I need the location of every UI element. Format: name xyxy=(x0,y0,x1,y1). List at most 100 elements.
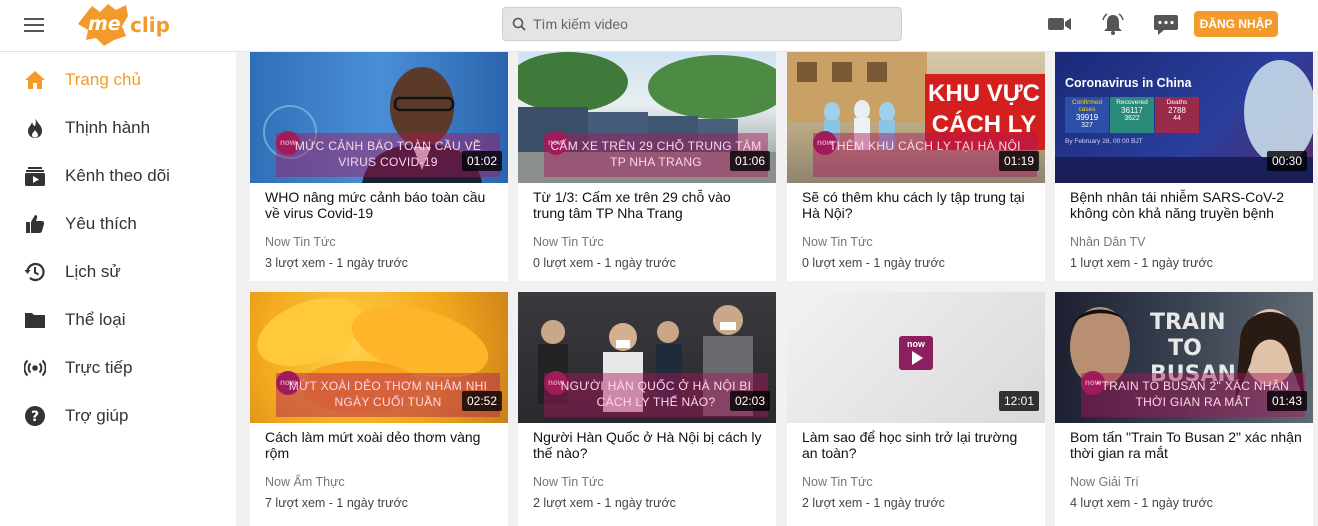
video-meta: 0 lượt xem - 1 ngày trước xyxy=(533,256,676,270)
stat-delta: 327 xyxy=(1081,122,1093,129)
notification-bell-icon[interactable] xyxy=(1100,12,1126,36)
stats-panel: Confirmed cases 39919 327 Recovered 3611… xyxy=(1065,97,1200,133)
stat-value: 36117 xyxy=(1121,106,1143,115)
folder-icon xyxy=(25,313,45,328)
login-button[interactable]: ĐĂNG NHẬP xyxy=(1194,11,1278,37)
video-card[interactable]: KHU VỰC CÁCH LY now THÊM KHU CÁCH LY TẠI… xyxy=(787,52,1045,281)
channel-name[interactable]: Now Tin Tức xyxy=(265,235,336,249)
video-title[interactable]: Làm sao để học sinh trở lại trường an to… xyxy=(802,429,1034,461)
sidebar-item-categories[interactable]: Thể loại xyxy=(0,298,236,342)
video-title[interactable]: Sẽ có thêm khu cách ly tập trung tại Hà … xyxy=(802,189,1034,221)
svg-text:me: me xyxy=(88,13,121,35)
video-card[interactable]: now CẤM XE TRÊN 29 CHỖ TRUNG TÂM TP NHA … xyxy=(518,52,776,281)
video-card[interactable]: now MỨC CẢNH BÁO TOÀN CẦU VỀ VIRUS COVID… xyxy=(250,52,508,281)
channel-name[interactable]: Nhân Dân TV xyxy=(1070,235,1146,249)
now-play-logo-icon: now xyxy=(899,336,933,370)
sidebar-item-label: Lịch sử xyxy=(65,262,121,281)
upload-video-icon[interactable] xyxy=(1047,12,1073,36)
subscriptions-icon xyxy=(25,167,45,186)
video-meta: 2 lượt xem - 1 ngày trước xyxy=(802,496,945,510)
video-card[interactable]: now MỨT XOÀI DẺO THƠM NHÂM NHI NGÀY CUỐI… xyxy=(250,292,508,526)
sidebar-item-label: Yêu thích xyxy=(65,214,137,233)
sidebar-item-label: Trực tiếp xyxy=(65,358,133,377)
stat-value: 39919 xyxy=(1075,113,1099,122)
sidebar-item-label: Kênh theo dõi xyxy=(65,166,170,185)
video-card[interactable]: TRAIN TO BUSAN now "TRAIN TO BUSAN 2" XÁ… xyxy=(1055,292,1313,526)
sidebar-item-home[interactable]: Trang chủ xyxy=(0,58,236,102)
video-duration: 01:19 xyxy=(998,151,1039,171)
stat-delta: 3622 xyxy=(1124,115,1140,122)
stat-value: 2788 xyxy=(1168,106,1186,115)
video-meta: 2 lượt xem - 1 ngày trước xyxy=(533,496,676,510)
video-duration: 00:30 xyxy=(1266,151,1307,171)
stat-label: Confirmed cases xyxy=(1072,99,1102,113)
search-box[interactable] xyxy=(502,7,902,41)
video-card[interactable]: now 12:01 Làm sao để học sinh trở lại tr… xyxy=(787,292,1045,526)
channel-name[interactable]: Now Giải Trí xyxy=(1070,475,1139,489)
sidebar-item-live[interactable]: Trực tiếp xyxy=(0,346,236,390)
video-title[interactable]: Bom tấn "Train To Busan 2" xác nhận thời… xyxy=(1070,429,1302,461)
stat-label: Deaths xyxy=(1166,99,1188,106)
search-icon xyxy=(512,17,526,31)
video-thumbnail[interactable]: Coronavirus in China Confirmed cases 399… xyxy=(1055,52,1313,183)
video-meta: 0 lượt xem - 1 ngày trước xyxy=(802,256,945,270)
video-thumbnail[interactable]: now MỨT XOÀI DẺO THƠM NHÂM NHI NGÀY CUỐI… xyxy=(250,292,508,423)
stat-delta: 44 xyxy=(1173,115,1181,122)
channel-name[interactable]: Now Ẩm Thực xyxy=(265,475,345,489)
help-icon: ? xyxy=(25,406,45,426)
meclip-logo[interactable]: me clip xyxy=(74,2,178,46)
video-title[interactable]: Cách làm mứt xoài dẻo thơm vàng rộm xyxy=(265,429,497,461)
svg-text:clip: clip xyxy=(130,13,170,37)
video-duration: 12:01 xyxy=(998,391,1039,411)
video-card[interactable]: now NGƯỜI HÀN QUỐC Ở HÀ NỘI BỊ CÁCH LY T… xyxy=(518,292,776,526)
headline-text: Coronavirus in China xyxy=(1065,76,1192,90)
stat-label: Recovered xyxy=(1116,99,1148,106)
video-meta: 1 lượt xem - 1 ngày trước xyxy=(1070,256,1213,270)
sidebar-item-subscriptions[interactable]: Kênh theo dõi xyxy=(0,154,236,198)
video-duration: 01:43 xyxy=(1266,391,1307,411)
channel-name[interactable]: Now Tin Tức xyxy=(802,235,873,249)
video-thumbnail[interactable]: TRAIN TO BUSAN now "TRAIN TO BUSAN 2" XÁ… xyxy=(1055,292,1313,423)
video-thumbnail[interactable]: now CẤM XE TRÊN 29 CHỖ TRUNG TÂM TP NHA … xyxy=(518,52,776,183)
quarantine-sign-text: KHU VỰC CÁCH LY xyxy=(928,80,1040,138)
sidebar-item-trending[interactable]: Thịnh hành xyxy=(0,106,236,150)
video-duration: 02:52 xyxy=(461,391,502,411)
channel-name[interactable]: Now Tin Tức xyxy=(533,235,604,249)
sidebar-item-help[interactable]: ? Trợ giúp xyxy=(0,394,236,438)
video-thumbnail[interactable]: now MỨC CẢNH BÁO TOÀN CẦU VỀ VIRUS COVID… xyxy=(250,52,508,183)
live-icon xyxy=(24,359,46,377)
sidebar-item-label: Thể loại xyxy=(65,310,126,329)
dateline-text: By February 28, 00:00 BJT xyxy=(1065,138,1143,145)
messages-icon[interactable] xyxy=(1153,12,1179,36)
video-duration: 01:06 xyxy=(729,151,770,171)
sidebar-item-label: Trang chủ xyxy=(65,70,141,89)
video-card[interactable]: Coronavirus in China Confirmed cases 399… xyxy=(1055,52,1313,281)
channel-name[interactable]: Now Tin Tức xyxy=(802,475,873,489)
video-meta: 7 lượt xem - 1 ngày trước xyxy=(265,496,408,510)
home-icon xyxy=(25,71,45,89)
sidebar-item-history[interactable]: Lịch sử xyxy=(0,250,236,294)
video-duration: 01:02 xyxy=(461,151,502,171)
svg-text:?: ? xyxy=(31,409,39,425)
video-thumbnail[interactable]: now 12:01 xyxy=(787,292,1045,423)
top-header: me clip ĐĂNG NHẬP xyxy=(0,0,1318,52)
video-duration: 02:03 xyxy=(729,391,770,411)
channel-name[interactable]: Now Tin Tức xyxy=(533,475,604,489)
sidebar-item-label: Thịnh hành xyxy=(65,118,151,137)
video-title[interactable]: Từ 1/3: Cấm xe trên 29 chỗ vào trung tâm… xyxy=(533,189,765,221)
video-title[interactable]: Bệnh nhân tái nhiễm SARS-CoV-2 không còn… xyxy=(1070,189,1302,221)
sidebar: Trang chủ Thịnh hành Kênh theo dõi Yêu t… xyxy=(0,52,236,526)
video-title[interactable]: Người Hàn Quốc ở Hà Nội bị cách ly thế n… xyxy=(533,429,765,461)
video-meta: 4 lượt xem - 1 ngày trước xyxy=(1070,496,1213,510)
video-title[interactable]: WHO nâng mức cảnh báo toàn cầu về virus … xyxy=(265,189,497,221)
sidebar-item-favorites[interactable]: Yêu thích xyxy=(0,202,236,246)
hamburger-menu-icon[interactable] xyxy=(24,15,46,33)
fire-icon xyxy=(28,118,42,138)
video-meta: 3 lượt xem - 1 ngày trước xyxy=(265,256,408,270)
thumbs-up-icon xyxy=(26,215,45,233)
search-input[interactable] xyxy=(533,8,893,40)
video-thumbnail[interactable]: now NGƯỜI HÀN QUỐC Ở HÀ NỘI BỊ CÁCH LY T… xyxy=(518,292,776,423)
video-thumbnail[interactable]: KHU VỰC CÁCH LY now THÊM KHU CÁCH LY TẠI… xyxy=(787,52,1045,183)
sidebar-item-label: Trợ giúp xyxy=(65,406,129,425)
history-icon xyxy=(24,262,45,282)
